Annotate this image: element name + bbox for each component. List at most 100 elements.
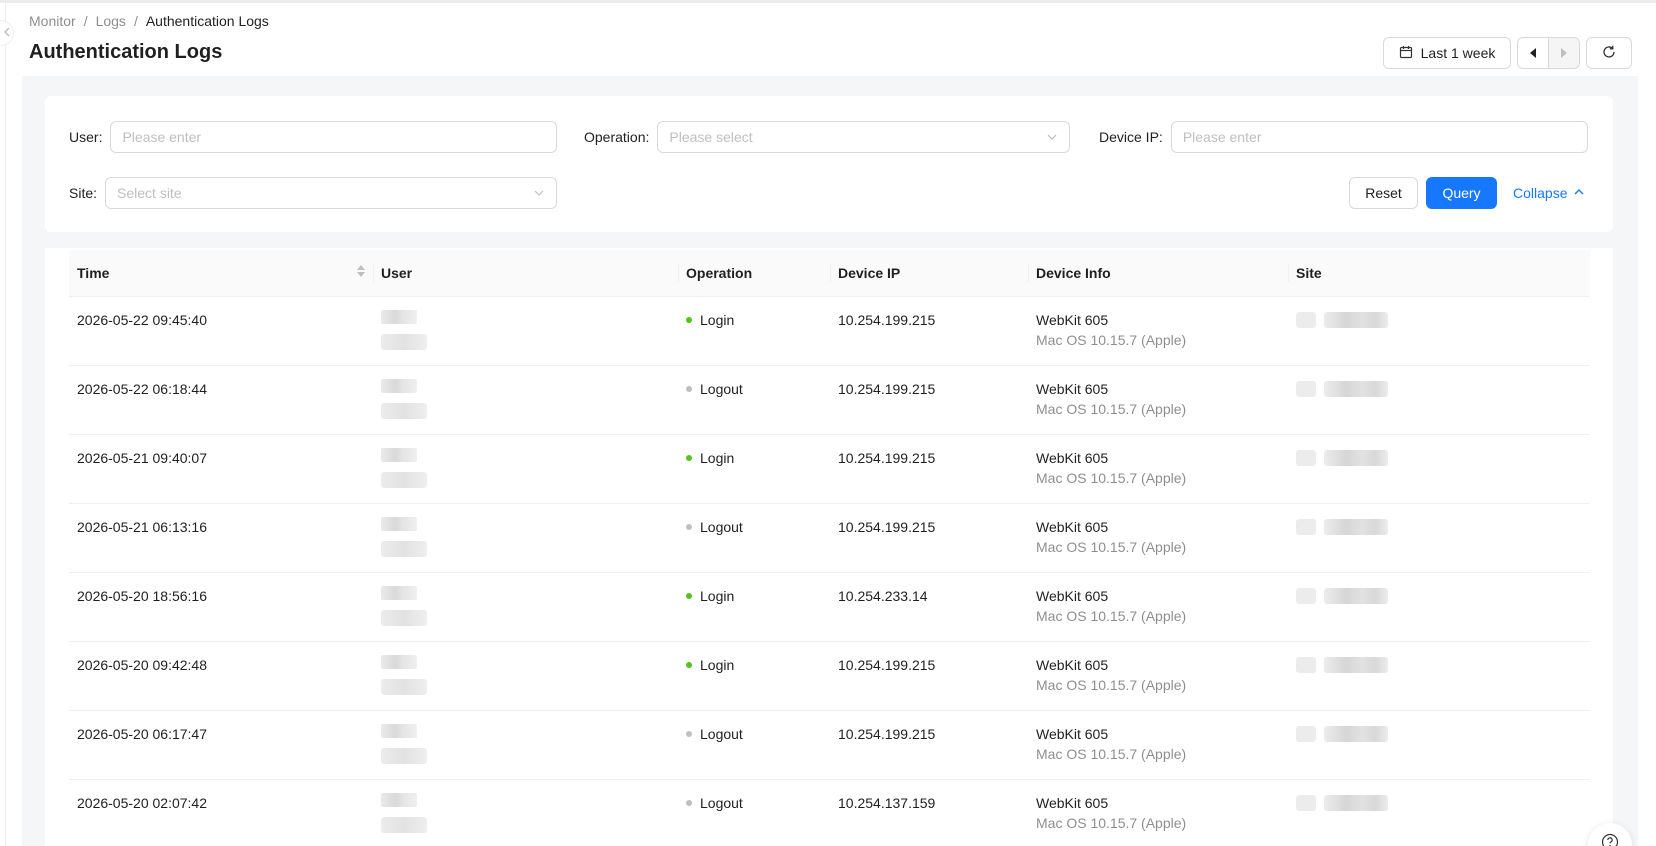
operation-status: Logout [686, 795, 822, 811]
cell-device-info: WebKit 605 Mac OS 10.15.7 (Apple) [1028, 710, 1288, 780]
collapse-filters-button[interactable]: Collapse [1513, 177, 1585, 209]
operation-filter: Operation: Please select [584, 121, 1071, 153]
table-header-row: Time User Operation Device IP Device Inf… [69, 250, 1590, 297]
next-period-button[interactable] [1548, 37, 1580, 69]
site-filter-label: Site: [69, 185, 98, 201]
cell-user [373, 779, 678, 846]
cell-operation: Logout [678, 779, 830, 846]
caret-right-icon [1560, 45, 1568, 61]
device-ip-filter-label: Device IP: [1099, 129, 1163, 145]
reset-button[interactable]: Reset [1349, 177, 1418, 209]
redacted-site [1296, 725, 1392, 744]
redacted-site [1296, 587, 1392, 606]
date-range-button[interactable]: Last 1 week [1383, 37, 1511, 69]
cell-device-ip: 10.254.199.215 [830, 434, 1028, 504]
date-range-label: Last 1 week [1420, 45, 1496, 61]
table-row[interactable]: 2026-05-21 09:40:07 Login 10.254.199.215… [69, 434, 1590, 504]
user-input[interactable]: Please enter [110, 121, 558, 153]
table-row[interactable]: 2026-05-20 09:42:48 Login 10.254.199.215… [69, 641, 1590, 711]
refresh-button[interactable] [1586, 37, 1632, 69]
table-row[interactable]: 2026-05-21 06:13:16 Logout 10.254.199.21… [69, 503, 1590, 573]
cell-site [1288, 365, 1590, 435]
previous-period-button[interactable] [1517, 37, 1549, 69]
cell-time: 2026-05-20 09:42:48 [69, 641, 373, 711]
device-os: Mac OS 10.15.7 (Apple) [1036, 814, 1187, 831]
table-row[interactable]: 2026-05-20 06:17:47 Logout 10.254.199.21… [69, 710, 1590, 780]
redacted-user [381, 723, 429, 770]
operation-label: Logout [700, 725, 743, 742]
column-header-operation: Operation [678, 250, 830, 297]
column-header-time-label: Time [77, 264, 110, 281]
status-dot-icon [686, 385, 692, 392]
table-row[interactable]: 2026-05-20 18:56:16 Login 10.254.233.14 … [69, 572, 1590, 642]
device-ip-input[interactable]: Please enter [1170, 121, 1588, 153]
device-os: Mac OS 10.15.7 (Apple) [1036, 331, 1187, 348]
redacted-site [1296, 656, 1392, 675]
device-name: WebKit 605 [1036, 311, 1109, 328]
redacted-site [1296, 380, 1392, 399]
period-nav-group [1517, 37, 1580, 69]
cell-device-info: WebKit 605 Mac OS 10.15.7 (Apple) [1028, 434, 1288, 504]
device-name: WebKit 605 [1036, 587, 1109, 604]
operation-label: Login [700, 449, 735, 466]
cell-device-info: WebKit 605 Mac OS 10.15.7 (Apple) [1028, 365, 1288, 435]
cell-device-ip: 10.254.199.215 [830, 641, 1028, 711]
operation-label: Logout [700, 794, 743, 811]
query-button[interactable]: Query [1426, 177, 1497, 209]
table-row[interactable]: 2026-05-20 02:07:42 Logout 10.254.137.15… [69, 779, 1590, 846]
redacted-site [1296, 794, 1392, 813]
status-dot-icon [686, 523, 692, 530]
left-rail [0, 3, 6, 846]
sort-icon[interactable] [357, 265, 365, 277]
operation-label: Logout [700, 518, 743, 535]
redacted-user [381, 585, 429, 632]
caret-left-icon [1529, 45, 1537, 61]
cell-time: 2026-05-20 18:56:16 [69, 572, 373, 642]
column-header-device-info: Device Info [1028, 250, 1288, 297]
cell-site [1288, 710, 1590, 780]
cell-user [373, 434, 678, 504]
operation-label: Login [700, 587, 735, 604]
device-os: Mac OS 10.15.7 (Apple) [1036, 676, 1187, 693]
breadcrumb-item-monitor[interactable]: Monitor [29, 13, 76, 29]
top-border [0, 0, 1656, 3]
column-header-site: Site [1288, 250, 1590, 297]
cell-operation: Login [678, 434, 830, 504]
operation-status: Logout [686, 381, 822, 397]
redacted-user [381, 792, 429, 839]
operation-status: Login [686, 588, 822, 604]
cell-time: 2026-05-21 06:13:16 [69, 503, 373, 573]
table-row[interactable]: 2026-05-22 09:45:40 Login 10.254.199.215… [69, 296, 1590, 366]
cell-site [1288, 641, 1590, 711]
chevron-down-icon [533, 186, 545, 202]
cell-operation: Login [678, 296, 830, 366]
cell-operation: Logout [678, 503, 830, 573]
operation-status: Login [686, 312, 822, 328]
page-title: Authentication Logs [29, 41, 223, 63]
operation-status: Logout [686, 726, 822, 742]
cell-time: 2026-05-21 09:40:07 [69, 434, 373, 504]
table-row[interactable]: 2026-05-22 06:18:44 Logout 10.254.199.21… [69, 365, 1590, 435]
operation-status: Login [686, 450, 822, 466]
device-name: WebKit 605 [1036, 725, 1109, 742]
device-ip-filter: Device IP: Please enter [1099, 121, 1588, 153]
breadcrumb-item-current: Authentication Logs [145, 13, 269, 29]
sidebar-toggle[interactable] [0, 20, 14, 46]
user-filter: User: Please enter [69, 121, 558, 153]
device-name: WebKit 605 [1036, 449, 1109, 466]
operation-select[interactable]: Please select [657, 121, 1071, 153]
cell-device-ip: 10.254.199.215 [830, 296, 1028, 366]
device-os: Mac OS 10.15.7 (Apple) [1036, 538, 1187, 555]
breadcrumb-item-logs[interactable]: Logs [96, 13, 126, 29]
device-name: WebKit 605 [1036, 518, 1109, 535]
site-select[interactable]: Select site [105, 177, 558, 209]
status-dot-icon [686, 454, 692, 461]
column-header-time[interactable]: Time [69, 250, 373, 297]
cell-operation: Login [678, 641, 830, 711]
column-header-device-ip: Device IP [830, 250, 1028, 297]
device-os: Mac OS 10.15.7 (Apple) [1036, 400, 1187, 417]
calendar-icon [1399, 45, 1413, 62]
chevron-up-icon [1573, 185, 1585, 201]
column-header-user: User [373, 250, 678, 297]
device-os: Mac OS 10.15.7 (Apple) [1036, 469, 1187, 486]
